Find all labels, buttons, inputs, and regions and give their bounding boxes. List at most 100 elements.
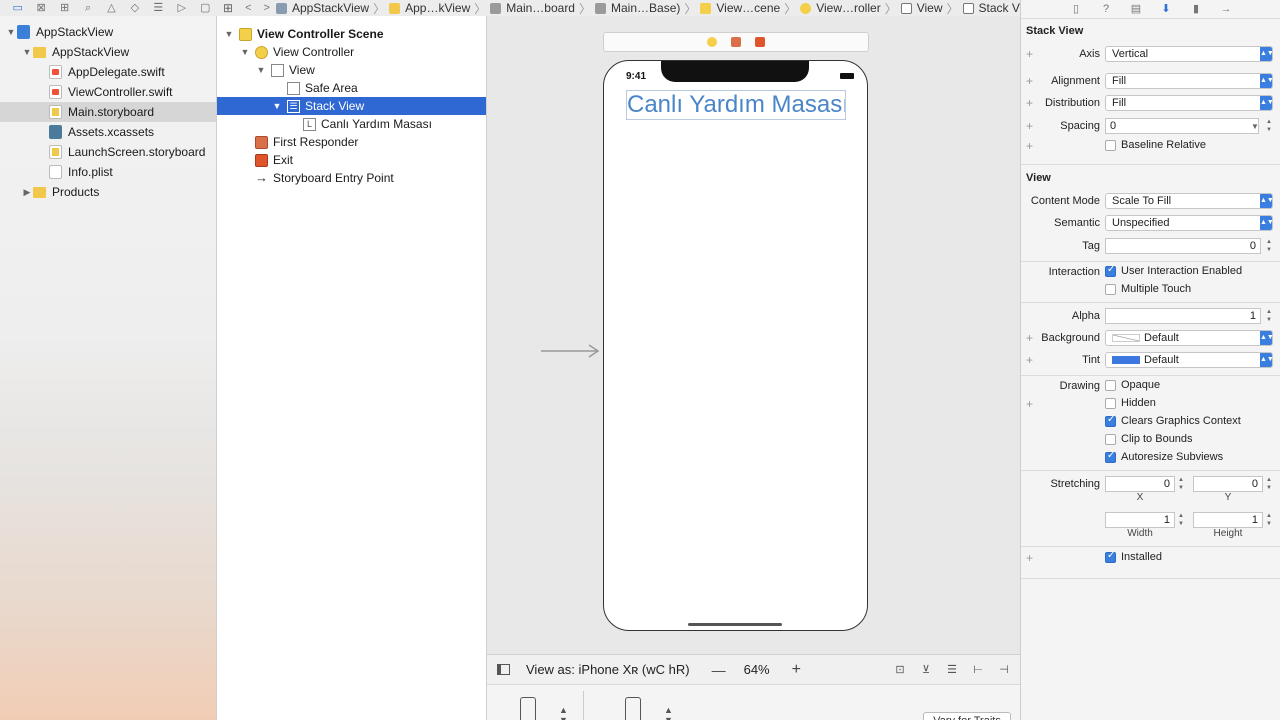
outline-item[interactable]: Exit	[217, 151, 486, 169]
vary-for-traits-button[interactable]: Vary for Traits	[923, 712, 1011, 720]
embed-in-icon[interactable]: ⊻	[916, 663, 936, 677]
stretch-width-field[interactable]: 1	[1105, 512, 1175, 528]
navigator-item[interactable]: ▶ Products	[0, 182, 216, 202]
orientation-icon[interactable]	[625, 697, 641, 720]
hidden-add-variation-icon[interactable]: +	[1026, 397, 1033, 411]
semantic-popup[interactable]: Unspecified ▲▼	[1105, 215, 1274, 231]
stretch-y-stepper-icon[interactable]: ▲ ▼	[1265, 476, 1273, 492]
distribution-popup[interactable]: Fill ▲▼	[1105, 95, 1274, 111]
stack-view-selection[interactable]: Canlı Yardım Masası	[626, 90, 846, 120]
disclosure-triangle-icon[interactable]: ▼	[271, 101, 283, 111]
zoom-in-button[interactable]: +	[792, 661, 801, 679]
stretch-width-stepper-icon[interactable]: ▲ ▼	[1177, 512, 1185, 528]
navigator-item[interactable]: ViewController.swift	[0, 82, 216, 102]
exit-dock-icon[interactable]	[755, 37, 765, 47]
clears-graphics-checkbox[interactable]	[1105, 414, 1116, 427]
navigator-item[interactable]: Main.storyboard	[0, 102, 216, 122]
breadcrumb-base[interactable]: Main…Base)	[595, 1, 680, 15]
size-inspector-icon[interactable]: ▮	[1188, 2, 1204, 16]
scene-dock[interactable]	[603, 32, 869, 52]
source-control-icon[interactable]: ⊠	[29, 1, 52, 15]
baseline-relative-checkbox[interactable]	[1105, 140, 1116, 151]
clip-to-bounds-checkbox[interactable]	[1105, 434, 1116, 445]
stretch-x-field[interactable]: 0	[1105, 476, 1175, 492]
entry-point-arrow-icon[interactable]	[541, 344, 601, 358]
disclosure-triangle-icon[interactable]: ▶	[21, 187, 33, 198]
report-navigator-icon[interactable]: ▢	[194, 1, 217, 15]
outline-item[interactable]: L Canlı Yardım Masası	[217, 115, 486, 133]
outline-item[interactable]: Safe Area	[217, 79, 486, 97]
content-mode-popup[interactable]: Scale To Fill ▲▼	[1105, 193, 1274, 209]
iphone-frame[interactable]: 9:41 Canlı Yardım Masası	[603, 60, 868, 631]
navigator-item[interactable]: AppDelegate.swift	[0, 62, 216, 82]
project-navigator-icon[interactable]: ▭	[6, 1, 29, 15]
first-responder-dock-icon[interactable]	[731, 37, 741, 47]
disclosure-triangle-icon[interactable]: ▼	[223, 29, 235, 39]
multiple-touch-checkbox[interactable]	[1105, 284, 1116, 295]
disclosure-triangle-icon[interactable]: ▼	[5, 27, 17, 37]
navigator-item[interactable]: Assets.xcassets	[0, 122, 216, 142]
navigator-item[interactable]: ▼ AppStackView	[0, 22, 216, 42]
stack-icon[interactable]: ☰	[942, 663, 962, 677]
navigator-item[interactable]: Info.plist	[0, 162, 216, 182]
outline-item[interactable]: → Storyboard Entry Point	[217, 169, 486, 187]
zoom-out-button[interactable]: —	[712, 662, 726, 678]
breakpoint-navigator-icon[interactable]: ▷	[170, 1, 193, 15]
debug-navigator-icon[interactable]: ☰	[147, 1, 170, 15]
autoresize-checkbox[interactable]	[1105, 450, 1116, 463]
help-inspector-icon[interactable]: ?	[1098, 2, 1114, 16]
background-popup[interactable]: Default ▲▼	[1105, 330, 1274, 346]
outline-item[interactable]: ▼ View	[217, 61, 486, 79]
spacing-stepper-icon[interactable]: ▲ ▼	[1265, 118, 1273, 134]
storyboard-canvas[interactable]: 9:41 Canlı Yardım Masası	[487, 16, 1020, 654]
spacing-combo-arrow-icon[interactable]: ▼	[1251, 122, 1259, 131]
canvas-label[interactable]: Canlı Yardım Masası	[627, 91, 845, 119]
breadcrumb-controller[interactable]: View…roller	[800, 1, 881, 15]
alpha-stepper-icon[interactable]: ▲ ▼	[1265, 308, 1273, 324]
axis-popup[interactable]: Vertical ▲▼	[1105, 46, 1274, 62]
stretch-height-field[interactable]: 1	[1193, 512, 1263, 528]
navigator-item[interactable]: LaunchScreen.storyboard	[0, 142, 216, 162]
disclosure-triangle-icon[interactable]: ▼	[21, 47, 33, 57]
outline-toggle-icon[interactable]	[497, 664, 510, 675]
view-as-button[interactable]: View as: iPhone Xʀ (wC hR)	[526, 662, 690, 677]
disclosure-triangle-icon[interactable]: ▼	[255, 65, 267, 75]
update-frames-icon[interactable]: ⊡	[890, 663, 910, 677]
align-icon[interactable]: ⊢	[968, 663, 988, 677]
alignment-popup[interactable]: Fill ▲▼	[1105, 73, 1274, 89]
file-inspector-icon[interactable]: ▯	[1068, 2, 1084, 16]
device-portrait-icon[interactable]	[520, 697, 536, 720]
outline-item[interactable]: ▼ ☰ Stack View	[217, 97, 486, 115]
breadcrumb-group[interactable]: App…kView	[389, 1, 470, 15]
breadcrumb-view[interactable]: View	[900, 1, 943, 15]
tint-popup[interactable]: Default ▲▼	[1105, 352, 1274, 368]
opaque-checkbox[interactable]	[1105, 380, 1116, 391]
symbol-navigator-icon[interactable]: ⊞	[53, 1, 76, 15]
navigator-item[interactable]: ▼ AppStackView	[0, 42, 216, 62]
test-navigator-icon[interactable]: ◇	[123, 1, 146, 15]
attributes-inspector-icon[interactable]: ⬇	[1158, 2, 1174, 16]
forward-arrow-icon[interactable]: >	[258, 2, 276, 14]
identity-inspector-icon[interactable]: ▤	[1128, 2, 1144, 16]
find-navigator-icon[interactable]: ⌕	[76, 1, 99, 15]
back-arrow-icon[interactable]: <	[239, 2, 257, 14]
breadcrumb-scene[interactable]: View…cene	[700, 1, 780, 15]
related-items-icon[interactable]: ⊞	[217, 1, 239, 15]
connections-inspector-icon[interactable]: →	[1218, 2, 1234, 16]
stretch-height-stepper-icon[interactable]: ▲ ▼	[1265, 512, 1273, 528]
breadcrumb-storyboard[interactable]: Main…board	[490, 1, 575, 15]
installed-add-variation-icon[interactable]: +	[1026, 551, 1033, 565]
baseline-add-variation-icon[interactable]: +	[1026, 139, 1033, 153]
outline-item[interactable]: First Responder	[217, 133, 486, 151]
alpha-field[interactable]: 1	[1105, 308, 1261, 324]
tag-field[interactable]: 0	[1105, 238, 1261, 254]
user-interaction-checkbox[interactable]	[1105, 264, 1116, 277]
view-controller-dock-icon[interactable]	[707, 37, 717, 47]
stretch-y-field[interactable]: 0	[1193, 476, 1263, 492]
outline-item[interactable]: ▼ View Controller	[217, 43, 486, 61]
tag-stepper-icon[interactable]: ▲ ▼	[1265, 238, 1273, 254]
installed-checkbox[interactable]	[1105, 550, 1116, 563]
disclosure-triangle-icon[interactable]: ▼	[239, 47, 251, 57]
hidden-checkbox[interactable]	[1105, 398, 1116, 409]
issue-navigator-icon[interactable]: △	[100, 1, 123, 15]
